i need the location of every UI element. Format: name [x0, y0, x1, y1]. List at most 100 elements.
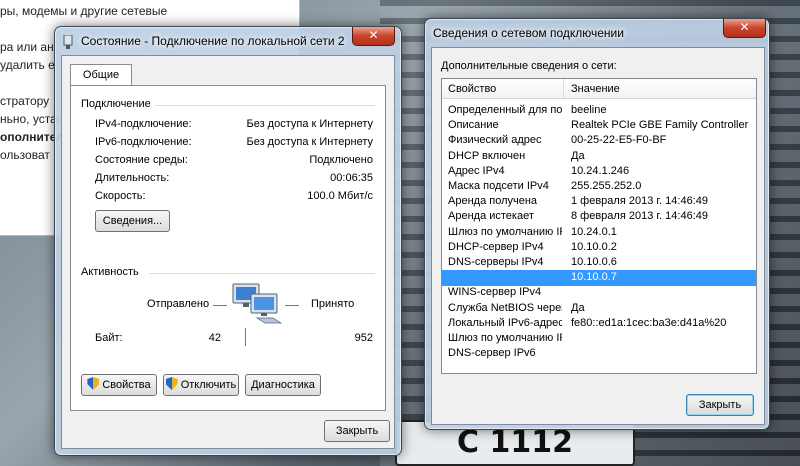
background-text-line: ользоват: [0, 148, 50, 162]
table-row[interactable]: DHCP включен Да: [442, 149, 756, 165]
table-row[interactable]: Физический адрес 00-25-22-E5-F0-BF: [442, 133, 756, 149]
property-cell: DNS-серверы IPv4: [448, 256, 544, 268]
property-cell: Физический адрес: [448, 134, 542, 147]
ipv6-label: IPv6-подключение:: [95, 136, 192, 148]
table-row[interactable]: Описание Realtek PCIe GBE Family Controll…: [442, 118, 756, 134]
value-cell: Да: [571, 149, 585, 162]
value-cell: 10.10.0.6: [571, 256, 617, 268]
disable-button-label: Отключить: [180, 379, 237, 391]
received-line: [285, 305, 299, 306]
tab-general[interactable]: Общие: [70, 64, 132, 86]
table-row[interactable]: Аренда получена 1 февраля 2013 г. 14:46:4…: [442, 194, 756, 210]
details-window-titlebar[interactable]: Сведения о сетевом подключении ✕: [425, 19, 769, 47]
properties-button[interactable]: Свойства: [81, 374, 157, 396]
status-window-client: Общие Подключение IPv4-подключение: Без …: [61, 55, 395, 449]
property-cell: Определенный для по...: [448, 104, 562, 116]
details-window: Сведения о сетевом подключении ✕ Дополни…: [424, 18, 770, 430]
table-row[interactable]: Адрес IPv4 10.24.1.246: [442, 164, 756, 180]
table-row[interactable]: DHCP-сервер IPv4 10.10.0.2: [442, 240, 756, 256]
property-cell: Шлюз по умолчанию IP...: [448, 225, 562, 238]
property-cell: Шлюз по умолчанию IP...: [448, 332, 562, 344]
value-cell: beeline: [571, 104, 607, 116]
property-cell: Аренда истекает: [448, 210, 534, 223]
property-cell: WINS-сервер IPv4: [448, 286, 542, 299]
details-window-client: Дополнительные сведения о сети: Свойство…: [431, 47, 765, 425]
table-row[interactable]: Аренда истекает 8 февраля 2013 г. 14:46:4…: [442, 209, 756, 225]
ipv6-value: Без доступа к Интернету: [246, 136, 373, 148]
status-window-close-button[interactable]: ✕: [352, 27, 395, 46]
column-header-property[interactable]: Свойство: [448, 83, 496, 95]
sent-line: [213, 305, 227, 306]
property-cell: DHCP включен: [448, 149, 526, 162]
uac-shield-icon: [165, 377, 178, 390]
speed-value: 100.0 Мбит/с: [307, 190, 373, 202]
details-window-close-button[interactable]: ✕: [723, 19, 766, 38]
duration-value: 00:06:35: [330, 172, 373, 184]
background-text-line: стратору: [0, 94, 50, 108]
media-state-value: Подключено: [309, 154, 373, 166]
tab-panel-general: Подключение IPv4-подключение: Без доступ…: [70, 85, 386, 411]
background-text-line: ра или ан: [0, 40, 54, 54]
connection-divider: [155, 105, 375, 106]
media-state-label: Состояние среды:: [95, 154, 188, 166]
property-cell: Адрес IPv4: [448, 164, 505, 177]
table-row[interactable]: Шлюз по умолчанию IP...: [442, 331, 756, 347]
background-text-line: ры, модемы и другие сетевые: [0, 4, 168, 18]
details-window-title: Сведения о сетевом подключении: [433, 26, 624, 40]
activity-divider: [149, 273, 375, 274]
details-listview[interactable]: Свойство Значение Определенный для по...…: [441, 78, 757, 374]
table-row[interactable]: DNS-сервер IPv6: [442, 346, 756, 362]
bytes-sent-value: 42: [208, 332, 221, 344]
column-header-value[interactable]: Значение: [571, 83, 620, 95]
property-cell: Аренда получена: [448, 195, 538, 208]
table-row[interactable]: Локальный IPv6-адрес... fe80::ed1a:1cec:b…: [442, 316, 756, 332]
sent-label: Отправлено: [147, 298, 210, 310]
column-separator[interactable]: [563, 79, 564, 99]
table-row[interactable]: Маска подсети IPv4 255.255.252.0: [442, 179, 756, 195]
property-cell: DNS-сервер IPv6: [448, 347, 536, 360]
status-window: Состояние - Подключение по локальной сет…: [54, 26, 402, 456]
property-cell: DHCP-сервер IPv4: [448, 240, 544, 253]
property-cell: Описание: [448, 119, 499, 132]
value-cell: 255.255.252.0: [571, 180, 642, 192]
table-row[interactable]: Служба NetBIOS через... Да: [442, 301, 756, 317]
background-text-line: удалить е: [0, 58, 55, 72]
bytes-received-value: 952: [354, 332, 373, 344]
table-row[interactable]: Определенный для по... beeline: [442, 103, 756, 119]
table-row[interactable]: DNS-серверы IPv4 10.10.0.6: [442, 255, 756, 271]
details-close-button[interactable]: Закрыть: [686, 394, 754, 416]
table-row[interactable]: Шлюз по умолчанию IP... 10.24.0.1: [442, 225, 756, 241]
value-cell: Да: [571, 301, 585, 314]
value-cell: 10.24.0.1: [571, 225, 617, 238]
duration-label: Длительность:: [95, 172, 170, 184]
listview-header: Свойство Значение: [442, 79, 756, 99]
bytes-label: Байт:: [95, 332, 123, 344]
value-cell: fe80::ed1a:1cec:ba3e:d41a%20: [571, 316, 727, 329]
value-cell: 1 февраля 2013 г. 14:46:49: [571, 195, 708, 208]
ipv4-label: IPv4-подключение:: [95, 118, 192, 130]
value-cell: 10.10.0.7: [571, 271, 617, 284]
status-window-title: Состояние - Подключение по локальной сет…: [81, 34, 345, 48]
bytes-separator: [245, 328, 246, 346]
received-label: Принято: [311, 298, 355, 310]
value-cell: Realtek PCIe GBE Family Controller: [571, 119, 749, 132]
status-close-button[interactable]: Закрыть: [324, 420, 390, 442]
diagnose-button[interactable]: Диагностика: [245, 374, 321, 396]
table-row[interactable]: 10.10.0.7: [442, 270, 756, 287]
details-button[interactable]: Сведения...: [95, 210, 170, 232]
value-cell: 00-25-22-E5-F0-BF: [571, 134, 667, 147]
property-cell: Маска подсети IPv4: [448, 180, 549, 192]
value-cell: 8 февраля 2013 г. 14:46:49: [571, 210, 708, 223]
details-subtitle: Дополнительные сведения о сети:: [441, 60, 617, 72]
ipv4-value: Без доступа к Интернету: [246, 118, 373, 130]
value-cell: 10.24.1.246: [571, 164, 630, 177]
uac-shield-icon: [87, 377, 100, 390]
connection-heading: Подключение: [81, 98, 151, 110]
property-cell: Служба NetBIOS через...: [448, 301, 562, 314]
network-computers-icon: [231, 282, 285, 326]
table-row[interactable]: WINS-сервер IPv4: [442, 285, 756, 301]
value-cell: 10.10.0.2: [571, 240, 617, 253]
activity-heading: Активность: [81, 266, 139, 278]
status-window-titlebar[interactable]: Состояние - Подключение по локальной сет…: [55, 27, 401, 55]
disable-button[interactable]: Отключить: [163, 374, 239, 396]
